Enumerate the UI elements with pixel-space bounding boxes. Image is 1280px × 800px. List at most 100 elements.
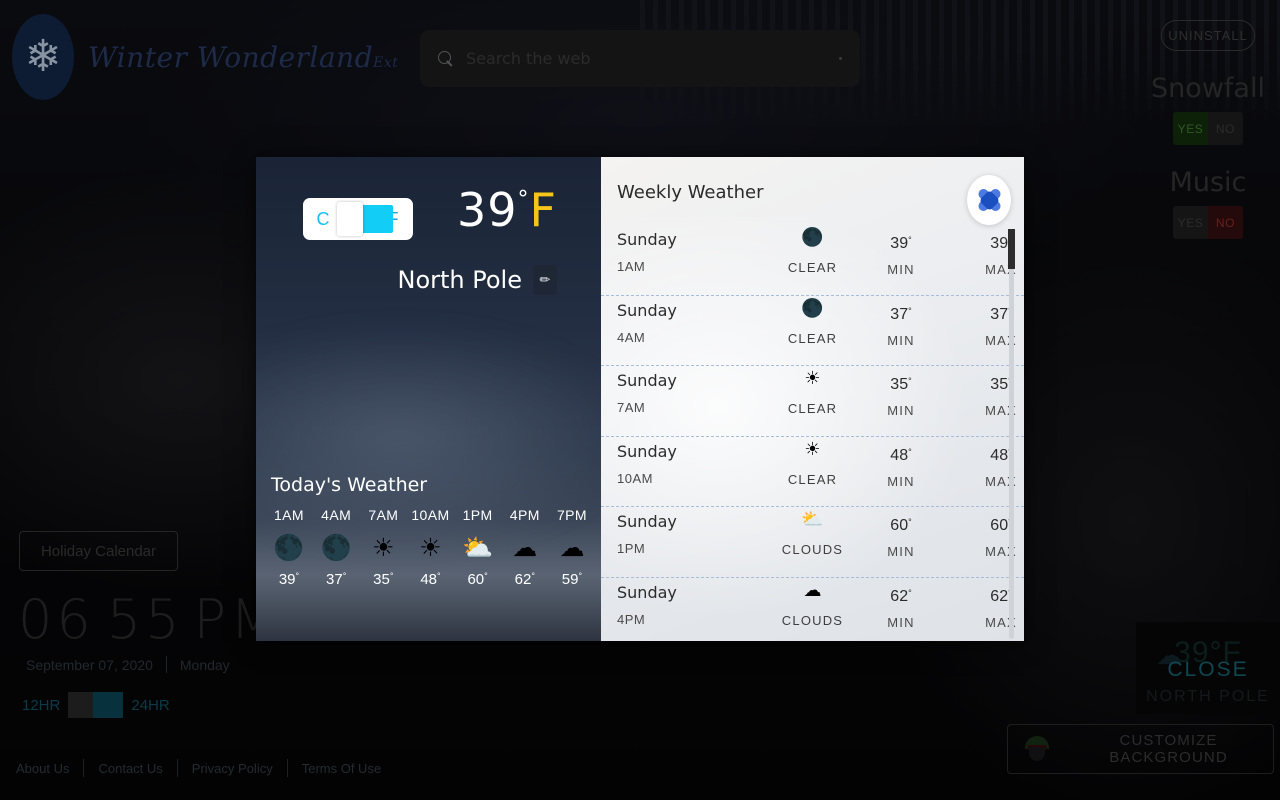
hourly-temp: 62° xyxy=(514,571,535,588)
table-row[interactable]: Sunday 4AM 🌑 CLEAR 37° MIN 37° MAX xyxy=(601,296,1024,366)
mini-weather-widget[interactable]: ☁ 39°F CLOSE NORTH POLE xyxy=(1136,622,1280,714)
clock-minutes: 55 xyxy=(106,588,184,651)
snowfall-no-option[interactable]: NO xyxy=(1208,112,1243,145)
mini-widget-location: NORTH POLE xyxy=(1146,688,1270,705)
weather-modal: C F 39°F North Pole ✏ Today's Weather 1A… xyxy=(256,157,1024,641)
scrollbar-track[interactable] xyxy=(1009,229,1014,639)
time-format-knob[interactable] xyxy=(68,692,94,718)
footer-link-contact-us[interactable]: Contact Us xyxy=(84,761,176,776)
footer-link-about-us[interactable]: About Us xyxy=(16,761,83,776)
time-format-toggle[interactable]: 12HR 24HR xyxy=(14,692,178,718)
todays-weather-title: Today's Weather xyxy=(271,474,428,496)
sun-icon: ☀ xyxy=(804,438,821,459)
uninstall-button[interactable]: UNINSTALL xyxy=(1161,20,1255,51)
hourly-temp: 59° xyxy=(561,571,583,588)
search-placeholder: Search the web xyxy=(466,49,591,68)
brand-name: Winter WonderlandExt xyxy=(88,40,399,74)
music-no-option[interactable]: NO xyxy=(1208,206,1243,239)
max-label: MAX xyxy=(985,614,1017,630)
row-min: 48° MIN xyxy=(873,443,929,489)
partly-cloudy-icon: ⛅ xyxy=(801,509,824,529)
moon-icon: 🌑 xyxy=(801,297,824,318)
time-format-24hr-label[interactable]: 24HR xyxy=(123,697,177,714)
footer-link-privacy-policy[interactable]: Privacy Policy xyxy=(178,761,287,776)
music-yes-option[interactable]: YES xyxy=(1173,206,1208,239)
settings-rail: UNINSTALL Snowfall YES NO Music YES NO xyxy=(1148,20,1268,239)
hourly-time: 10AM xyxy=(411,507,450,523)
row-condition: CLOUDS xyxy=(781,542,844,557)
row-max: 62° MAX xyxy=(973,584,1024,630)
hourly-temp: 35° xyxy=(373,571,394,588)
row-condition: CLEAR xyxy=(787,260,838,275)
min-label: MIN xyxy=(887,403,915,418)
table-row[interactable]: Sunday 10AM ☀ CLEAR 48° MIN 48° MAX xyxy=(601,437,1024,507)
hourly-cell: 1PM ⛅ 60° xyxy=(455,507,501,588)
temperature-unit-toggle[interactable]: C F xyxy=(303,198,413,240)
search-input[interactable]: Search the web xyxy=(420,30,860,87)
weekly-weather-title: Weekly Weather xyxy=(617,182,764,203)
table-row[interactable]: Sunday 1AM 🌑 CLEAR 39° MIN 39° MAX xyxy=(601,225,1024,296)
music-toggle[interactable]: YES NO xyxy=(1173,206,1243,239)
brand-superscript: Ext xyxy=(373,54,399,71)
customize-background-label: CUSTOMIZE BACKGROUND xyxy=(1109,732,1228,766)
edit-location-icon[interactable]: ✏ xyxy=(533,265,557,295)
unit-toggle-knob[interactable] xyxy=(337,202,363,236)
row-max: 39° MAX xyxy=(973,231,1024,277)
row-min: 35° MIN xyxy=(873,372,929,418)
hourly-temp: 48° xyxy=(420,571,441,588)
row-max: 37° MAX xyxy=(973,302,1024,348)
min-label: MIN xyxy=(887,473,915,489)
row-max: 60° MAX xyxy=(973,513,1024,559)
row-max: 48° MAX xyxy=(973,443,1024,489)
max-label: MAX xyxy=(985,473,1017,489)
weekly-forecast-list[interactable]: Sunday 1AM 🌑 CLEAR 39° MIN 39° MAX Sunda… xyxy=(601,225,1024,641)
hourly-time: 1PM xyxy=(462,507,493,523)
min-label: MIN xyxy=(887,332,915,348)
clock-hours: 06 xyxy=(18,588,95,651)
row-min: 60° MIN xyxy=(873,513,929,559)
scrollbar-thumb[interactable] xyxy=(1008,229,1015,269)
degree-mark: ° xyxy=(531,571,535,581)
date-display: September 07, 2020 Monday xyxy=(26,656,230,673)
celsius-option[interactable]: C xyxy=(313,209,333,230)
degree-mark: ° xyxy=(295,571,300,581)
clock-display: 06 55 PM xyxy=(18,588,281,651)
snowfall-yes-option[interactable]: YES xyxy=(1173,112,1208,145)
hourly-cell: 4AM 🌑 37° xyxy=(313,507,359,588)
hourly-cell: 7PM ☁ 59° xyxy=(549,507,595,588)
degree-mark: ° xyxy=(389,571,394,581)
current-temperature: 39°F xyxy=(457,183,557,237)
date-text: September 07, 2020 xyxy=(26,656,153,673)
row-condition: CLEAR xyxy=(787,330,838,346)
snowfall-toggle[interactable]: YES NO xyxy=(1173,112,1243,145)
time-format-track[interactable] xyxy=(68,692,124,718)
hourly-cell: 4PM ☁ 62° xyxy=(502,507,548,588)
hourly-time: 4AM xyxy=(321,507,352,523)
degree-mark: ° xyxy=(437,571,441,581)
hourly-forecast-grid: 1AM 🌑 39° 4AM 🌑 37° 7AM ☀ 35° 10AM ☀ 48°… xyxy=(266,507,595,588)
brand-logo[interactable]: ❄ Winter WonderlandExt xyxy=(12,14,398,100)
close-icon[interactable] xyxy=(967,175,1011,225)
table-row[interactable]: Sunday 1PM ⛅ CLOUDS 60° MIN 60° MAX xyxy=(601,507,1024,578)
time-format-12hr-label[interactable]: 12HR xyxy=(14,697,68,714)
hourly-temp: 60° xyxy=(467,571,488,588)
hourly-temp: 37° xyxy=(326,571,347,588)
customize-background-button[interactable]: CUSTOMIZE BACKGROUND xyxy=(1007,724,1274,774)
moon-icon: 🌑 xyxy=(273,534,305,562)
cloud-icon: ☁ xyxy=(803,579,822,600)
cloud-icon: ☁ xyxy=(559,534,585,562)
footer-link-terms-of-use[interactable]: Terms Of Use xyxy=(288,761,395,776)
holiday-calendar-button[interactable]: Holiday Calendar xyxy=(19,531,178,571)
hourly-time: 4PM xyxy=(509,507,540,523)
row-min: 62° MIN xyxy=(873,584,929,630)
table-row[interactable]: Sunday 7AM ☀ CLEAR 35° MIN 35° MAX xyxy=(601,366,1024,437)
row-condition: CLEAR xyxy=(787,401,838,416)
hourly-cell: 7AM ☀ 35° xyxy=(360,507,406,588)
row-min: 37° MIN xyxy=(873,302,929,348)
table-row[interactable]: Sunday 4PM ☁ CLOUDS 62° MIN 62° MAX xyxy=(601,578,1024,642)
degree-mark: ° xyxy=(484,571,488,581)
row-max: 35° MAX xyxy=(973,372,1024,418)
santa-icon xyxy=(1024,736,1050,762)
mini-widget-close-button[interactable]: CLOSE xyxy=(1136,658,1280,682)
footer-links: About Us Contact Us Privacy Policy Terms… xyxy=(16,759,395,777)
